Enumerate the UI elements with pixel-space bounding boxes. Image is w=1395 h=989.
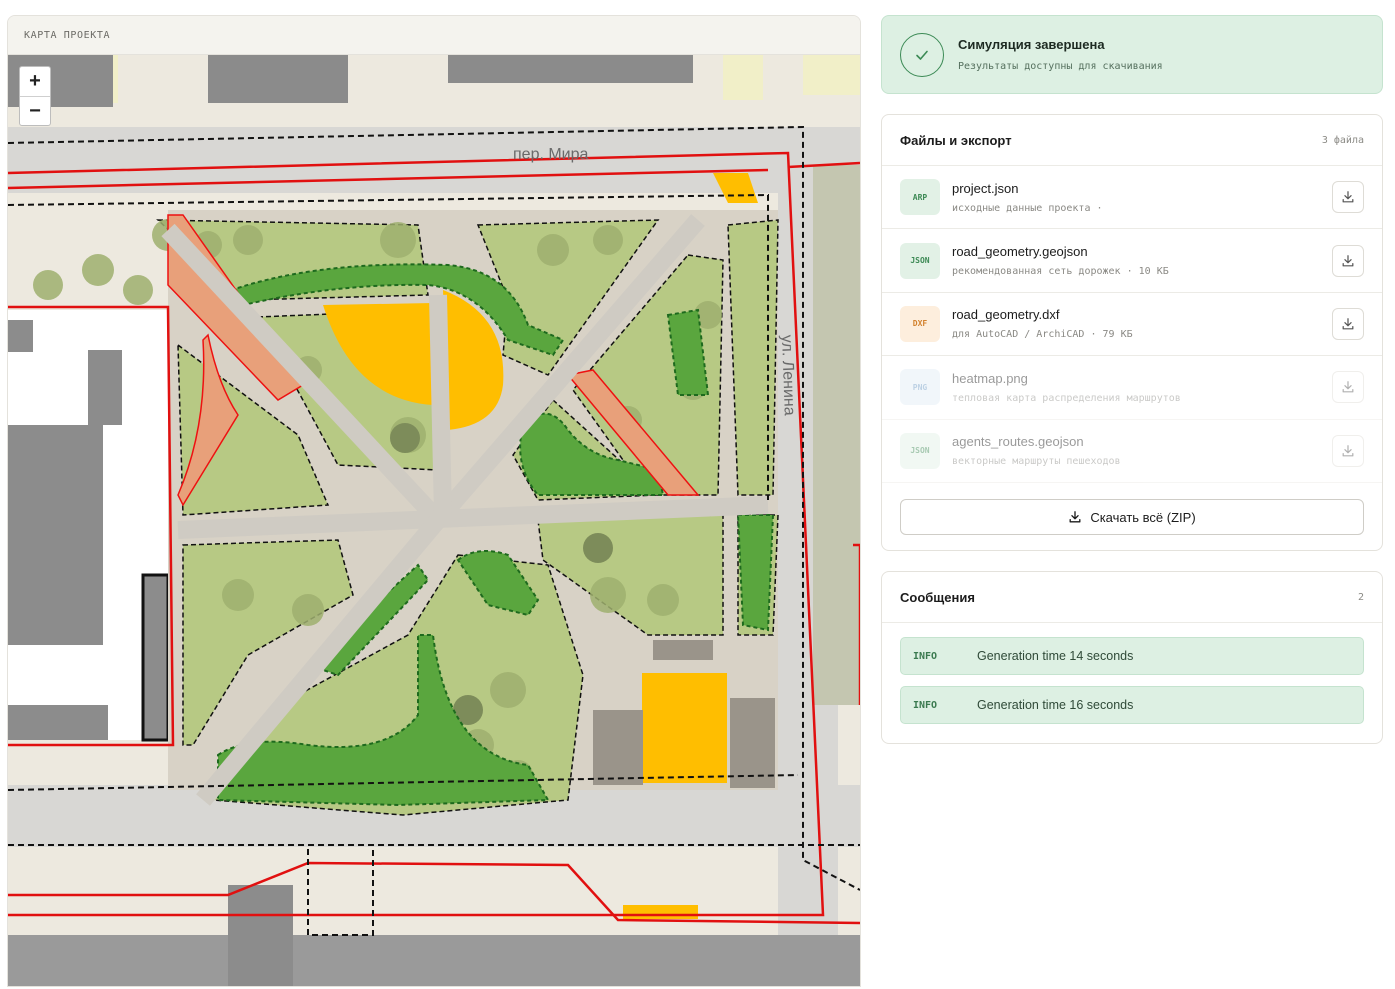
file-name: project.json [952, 180, 1019, 196]
message-text: Generation time 16 seconds [977, 698, 1134, 712]
download-icon [1342, 318, 1354, 330]
message-item: INFO Generation time 14 seconds [900, 637, 1364, 675]
message-level: INFO [913, 650, 938, 662]
file-name: road_geometry.geojson [952, 244, 1088, 260]
building-west [8, 425, 103, 645]
simulation-status-card: Симуляция завершена Результаты доступны … [881, 15, 1383, 94]
file-description: исходные данные проекта · [952, 202, 1103, 214]
messages-count: 2 [1357, 591, 1364, 603]
street-label-lenina: ул. Ленина [778, 335, 798, 416]
file-download-button [1332, 434, 1364, 467]
download-icon [1069, 511, 1081, 523]
file-name: agents_routes.geojson [952, 434, 1084, 450]
file-description: тепловая карта распределения маршрутов [952, 392, 1181, 404]
file-name: heatmap.png [952, 370, 1028, 386]
zoom-control: + − [19, 66, 51, 126]
files-export-card: Файлы и экспорт 3 файла ARP project.json и… [881, 114, 1383, 551]
download-icon [1342, 381, 1354, 393]
building [208, 55, 348, 103]
download-icon [1342, 254, 1354, 267]
file-row: JSON agents_routes.geojson векторные маршр… [882, 420, 1382, 483]
status-title: Симуляция завершена [958, 37, 1105, 52]
files-header: Файлы и экспорт 3 файла [882, 115, 1382, 166]
check-icon [900, 32, 944, 77]
file-type-badge: JSON [900, 432, 940, 469]
file-description: векторные маршруты пешеходов [952, 456, 1121, 468]
message-item: INFO Generation time 16 seconds [900, 686, 1364, 724]
file-row: PNG heatmap.png тепловая карта распределен… [882, 356, 1382, 420]
file-download-button[interactable] [1332, 244, 1364, 277]
file-download-button [1332, 371, 1364, 404]
files-title: Файлы и экспорт [900, 132, 1012, 148]
file-row: JSON road_geometry.geojson рекомендованная… [882, 229, 1382, 293]
messages-title: Сообщения [900, 589, 975, 605]
project-map[interactable]: пер. Мира ул. Ленина [8, 55, 860, 987]
file-type-badge: PNG [900, 369, 940, 406]
file-name: road_geometry.dxf [952, 307, 1060, 323]
download-all-button[interactable]: Скачать всё (ZIP) [900, 499, 1364, 535]
messages-card: Сообщения 2 INFO Generation time 14 secon… [881, 571, 1383, 744]
file-row: ARP project.json исходные данные проекта · [882, 166, 1382, 230]
download-icon [1342, 191, 1354, 203]
message-text: Generation time 14 seconds [977, 649, 1134, 663]
file-list: ARP project.json исходные данные проекта ·… [882, 166, 1382, 483]
message-list: INFO Generation time 14 seconds INFO Genera… [882, 637, 1382, 724]
messages-header: Сообщения 2 [882, 572, 1382, 623]
file-description: рекомендованная сеть дорожек · 10 КБ [952, 266, 1169, 278]
file-type-badge: ARP [900, 179, 940, 216]
download-all-label: Скачать всё (ZIP) [1090, 509, 1196, 525]
file-type-badge: JSON [900, 242, 940, 279]
file-download-button[interactable] [1332, 307, 1364, 340]
files-count: 3 файла [1321, 134, 1364, 146]
zoom-in-button[interactable]: + [20, 67, 50, 96]
file-description: для AutoCAD / ArchiCAD · 79 КБ [952, 329, 1133, 341]
file-row: DXF road_geometry.dxf для AutoCAD / ArchiC… [882, 293, 1382, 357]
zoom-out-button[interactable]: − [20, 96, 50, 125]
file-type-badge: DXF [900, 305, 940, 342]
map-svg[interactable]: пер. Мира ул. Ленина [8, 55, 860, 987]
map-panel: КАРТА ПРОЕКТА пер. Мира ул. Ленина + − [7, 15, 861, 987]
status-subtitle: Результаты доступны для скачивания [958, 61, 1163, 72]
building [448, 55, 693, 83]
download-icon [1342, 444, 1354, 457]
map-header: КАРТА ПРОЕКТА [8, 16, 860, 55]
street-label-mira: пер. Мира [513, 146, 589, 163]
map-title: КАРТА ПРОЕКТА [24, 29, 111, 41]
file-download-button[interactable] [1332, 181, 1364, 214]
message-level: INFO [913, 699, 938, 711]
building-south [8, 935, 860, 986]
sports-field [642, 673, 727, 783]
